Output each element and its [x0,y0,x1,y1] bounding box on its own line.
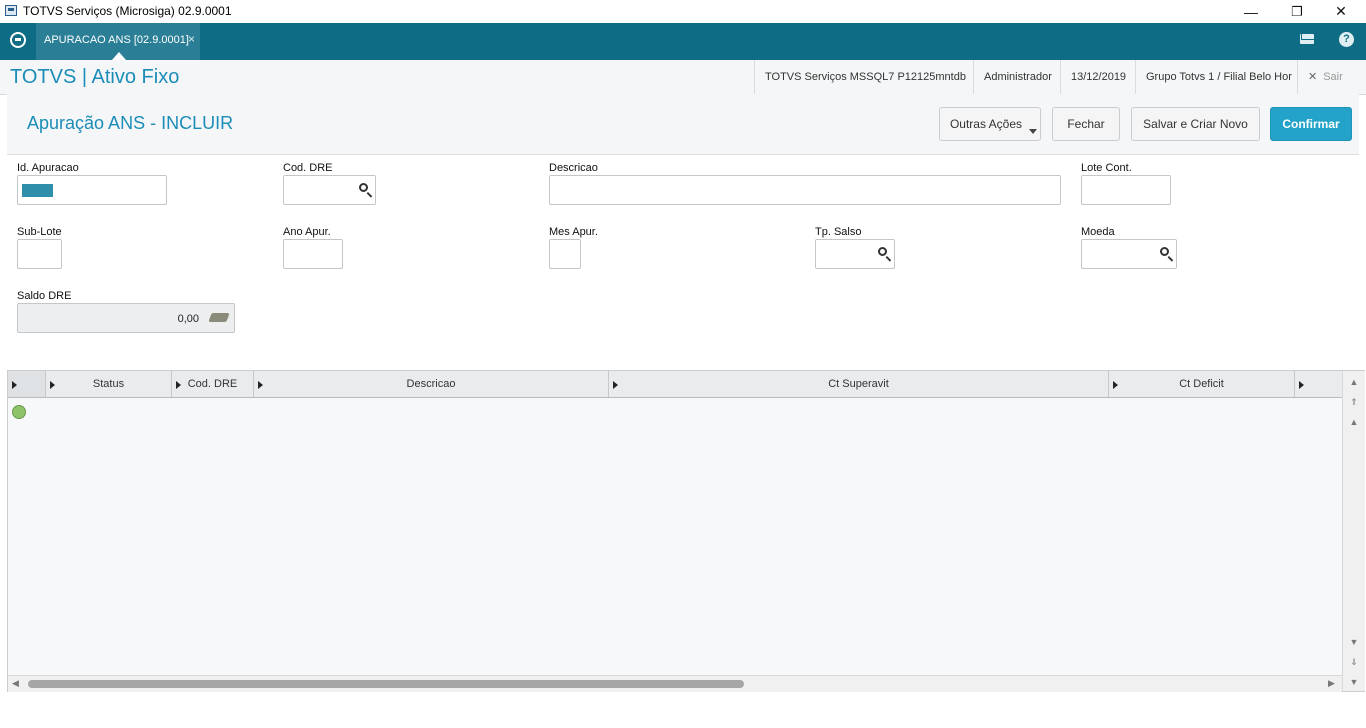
status-green-icon[interactable] [12,405,26,419]
saldo-dre-input: 0,00 [17,303,235,333]
company-info: Grupo Totvs 1 / Filial Belo Hor [1135,60,1302,94]
app-header: TOTVS | Ativo Fixo TOTVS Serviços MSSQL7… [0,60,1366,95]
restore-button[interactable]: ❐ [1274,0,1320,23]
minimize-button[interactable]: — [1228,0,1274,23]
window-title: TOTVS Serviços (Microsiga) 02.9.0001 [23,4,232,18]
search-icon[interactable] [359,183,368,192]
exit-label: Sair [1323,71,1343,83]
grid-header: Status Cod. DRE Descricao Ct Superavit C… [8,371,1342,398]
active-tab-indicator [112,52,126,60]
caret-right-icon [1299,381,1304,389]
mail-icon[interactable] [1300,34,1314,44]
lote-cont-label: Lote Cont. [1081,162,1132,174]
column-label: Descricao [406,378,456,390]
column-header-descricao[interactable]: Descricao [254,371,609,397]
caret-right-icon [613,381,618,389]
ano-apur-input[interactable] [283,239,343,269]
data-grid: Status Cod. DRE Descricao Ct Superavit C… [7,370,1365,692]
caret-right-icon [258,381,263,389]
horizontal-scroll-thumb[interactable] [28,680,744,688]
exit-button[interactable]: ✕ Sair [1297,60,1353,94]
tp-salso-input[interactable] [815,239,895,269]
caret-right-icon [1113,381,1118,389]
scroll-top-icon[interactable]: ▲ [1343,373,1365,391]
cod-dre-label: Cod. DRE [283,162,333,174]
column-label: Ct Deficit [1179,378,1224,390]
scroll-right-icon[interactable]: ▶ [1328,678,1335,689]
caret-right-icon [12,381,17,389]
tab-apuracao-ans[interactable]: APURACAO ANS [02.9.0001] × [36,23,200,60]
id-apuracao-label: Id. Apuracao [17,162,79,174]
column-label: Status [92,378,125,390]
save-and-new-button[interactable]: Salvar e Criar Novo [1131,107,1260,141]
saldo-dre-value: 0,00 [177,313,199,325]
bottom-area [0,700,1366,728]
more-actions-button[interactable]: Outras Ações [939,107,1041,141]
search-icon[interactable] [878,247,887,256]
lote-cont-input[interactable] [1081,175,1171,205]
app-title: TOTVS | Ativo Fixo [10,66,180,88]
scroll-page-up-icon[interactable]: ⇑ [1343,393,1365,411]
form-title: Apuração ANS - INCLUIR [27,113,234,133]
close-icon: ✕ [1308,71,1318,83]
grid-row-selector-header[interactable] [8,371,46,397]
environment-info: TOTVS Serviços MSSQL7 P12125mntdb [754,60,976,94]
help-icon[interactable]: ? [1339,32,1354,47]
tp-salso-label: Tp. Salso [815,226,862,238]
column-header-cod-dre[interactable]: Cod. DRE [172,371,254,397]
moeda-input[interactable] [1081,239,1177,269]
scroll-bottom-icon[interactable]: ▼ [1343,673,1365,691]
ano-apur-label: Ano Apur. [283,226,331,238]
scroll-down-icon[interactable]: ▼ [1343,633,1365,651]
mes-apur-input[interactable] [549,239,581,269]
app-window-icon [5,5,17,16]
sub-lote-input[interactable] [17,239,62,269]
scroll-up-icon[interactable]: ▲ [1343,413,1365,431]
column-label: Ct Superavit [828,378,889,390]
tab-label: APURACAO ANS [02.9.0001] [44,34,189,46]
column-header-ct-superavit[interactable]: Ct Superavit [609,371,1109,397]
close-window-button[interactable]: ✕ [1318,0,1364,23]
money-icon[interactable] [208,313,230,322]
descricao-input[interactable] [549,175,1061,205]
scroll-page-down-icon[interactable]: ⇓ [1343,653,1365,671]
sub-lote-label: Sub-Lote [17,226,62,238]
caret-right-icon [50,381,55,389]
moeda-label: Moeda [1081,226,1115,238]
column-label: Cod. DRE [187,378,238,390]
date-info: 13/12/2019 [1060,60,1136,94]
text-cursor-highlight [22,184,53,197]
column-header-more[interactable] [1295,371,1342,397]
column-header-status[interactable]: Status [46,371,172,397]
confirm-button[interactable]: Confirmar [1270,107,1352,141]
window-titlebar: TOTVS Serviços (Microsiga) 02.9.0001 — ❐… [0,0,1366,23]
saldo-dre-label: Saldo DRE [17,290,72,302]
vertical-scrollbar[interactable]: ▲ ⇑ ▲ ▼ ⇓ ▼ [1342,371,1365,691]
tab-close-icon[interactable]: × [188,32,195,46]
search-icon[interactable] [1160,247,1169,256]
chevron-down-icon [1029,129,1037,134]
form-header: Apuração ANS - INCLUIR Outras Ações Fech… [7,94,1359,155]
scroll-left-icon[interactable]: ◀ [12,678,19,689]
mes-apur-label: Mes Apur. [549,226,598,238]
descricao-label: Descricao [549,162,598,174]
user-info: Administrador [973,60,1062,94]
horizontal-scrollbar[interactable]: ◀ ▶ [8,675,1342,692]
close-button[interactable]: Fechar [1052,107,1120,141]
more-actions-label: Outras Ações [949,117,1023,131]
id-apuracao-input[interactable] [17,175,167,205]
totvs-logo-icon[interactable] [10,32,26,48]
caret-right-icon [176,381,181,389]
app-tab-bar: APURACAO ANS [02.9.0001] × ? [0,23,1366,60]
cod-dre-input[interactable] [283,175,376,205]
column-header-ct-deficit[interactable]: Ct Deficit [1109,371,1295,397]
